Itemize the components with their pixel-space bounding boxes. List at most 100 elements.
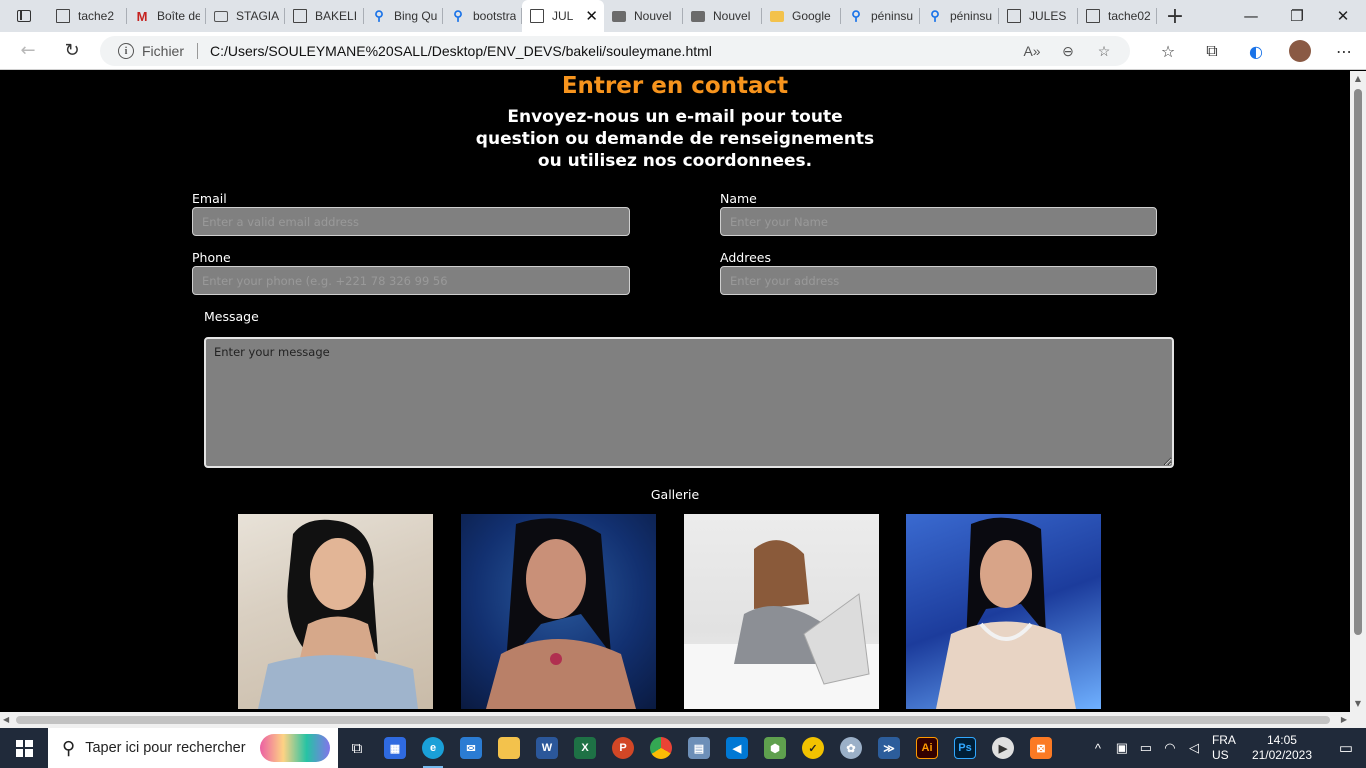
taskbar-search[interactable]: ⚲ Taper ici pour rechercher (48, 728, 338, 768)
add-favorite-icon[interactable]: ☆ (1086, 43, 1122, 60)
folder-icon (770, 10, 784, 22)
tab[interactable]: ⚲ péninsu (920, 0, 999, 32)
tab[interactable]: ⚲ bootstra (443, 0, 522, 32)
tab[interactable]: Nouvel (604, 0, 683, 32)
taskbar-app-word[interactable]: W (528, 728, 566, 768)
minimize-icon[interactable]: — (1228, 0, 1274, 32)
language-indicator[interactable]: FRA US (1212, 733, 1236, 763)
taskbar-app-xampp[interactable]: ⊠ (1022, 728, 1060, 768)
message-textarea[interactable] (204, 337, 1174, 468)
notifications-button[interactable]: ▭ (1326, 728, 1366, 768)
portrait-image (486, 518, 636, 709)
page-icon (1007, 9, 1021, 23)
scroll-thumb[interactable] (16, 716, 1330, 724)
volume-icon[interactable]: ◁ (1182, 740, 1206, 756)
tab[interactable]: STAGIA (206, 0, 285, 32)
xampp-icon: ⊠ (1030, 737, 1052, 759)
taskbar-app-powershell[interactable]: ≫ (870, 728, 908, 768)
taskbar-app-explorer[interactable] (490, 728, 528, 768)
start-button[interactable] (0, 728, 48, 768)
search-icon: ⚲ (851, 8, 861, 23)
scroll-left-arrow-icon[interactable]: ◀ (3, 712, 9, 728)
page-subtitle: Envoyez-nous un e-mail pour toute questi… (475, 107, 875, 171)
taskbar-app-chrome[interactable] (642, 728, 680, 768)
search-highlight-image (260, 734, 330, 762)
battery-icon[interactable]: ▭ (1134, 740, 1158, 756)
gmail-icon: M (136, 8, 148, 24)
device-icon[interactable]: ▣ (1110, 740, 1134, 756)
powershell-icon: ≫ (878, 737, 900, 759)
clock[interactable]: 14:05 21/02/2023 (1252, 733, 1312, 763)
taskbar-app-network[interactable]: ▤ (680, 728, 718, 768)
scroll-right-arrow-icon[interactable]: ▶ (1341, 712, 1347, 728)
restore-icon[interactable]: ❐ (1274, 0, 1320, 32)
address-bar[interactable]: i Fichier C:/Users/SOULEYMANE%20SALL/Des… (100, 36, 1130, 66)
search-icon: ⚲ (374, 8, 384, 23)
tab[interactable]: ⚲ péninsu (841, 0, 920, 32)
wifi-icon[interactable]: ◠ (1158, 740, 1182, 756)
favorites-icon[interactable]: ☆ (1146, 42, 1190, 61)
email-label: Email (192, 191, 227, 206)
taskbar-app-illustrator[interactable]: Ai (908, 728, 946, 768)
scroll-thumb[interactable] (1354, 89, 1362, 635)
url-text[interactable]: C:/Users/SOULEYMANE%20SALL/Desktop/ENV_D… (210, 43, 712, 59)
phone-field[interactable] (192, 266, 630, 295)
scroll-up-arrow-icon[interactable]: ▲ (1350, 71, 1366, 87)
tab[interactable]: Nouvel (683, 0, 762, 32)
tab-active[interactable]: JUL ✕ (522, 0, 604, 32)
tab[interactable]: Google (762, 0, 841, 32)
divider (197, 43, 199, 59)
taskbar-app-nodejs[interactable]: ⬢ (756, 728, 794, 768)
tab[interactable]: ⚲ Bing Qu (364, 0, 443, 32)
taskbar-app-norton[interactable]: ✓ (794, 728, 832, 768)
windows-logo-icon (15, 739, 33, 757)
tab-label: Boîte de (157, 9, 200, 23)
more-menu-icon[interactable]: ⋯ (1322, 42, 1366, 61)
taskbar-app-excel[interactable]: X (566, 728, 604, 768)
address-field[interactable] (720, 266, 1157, 295)
new-tab-button[interactable]: + (1157, 0, 1193, 32)
edge-browser-essentials-icon[interactable]: ◐ (1234, 42, 1278, 61)
collections-icon[interactable]: ⧉ (1190, 41, 1234, 61)
tab-label: tache02 (1108, 9, 1151, 23)
taskbar-app-store[interactable]: ▦ (376, 728, 414, 768)
taskbar-app-media-player[interactable]: ▶ (984, 728, 1022, 768)
tab[interactable]: tache02 (1078, 0, 1157, 32)
name-field[interactable] (720, 207, 1157, 236)
taskbar-app-vscode[interactable]: ◀ (718, 728, 756, 768)
taskbar-app-settings[interactable]: ✿ (832, 728, 870, 768)
search-icon: ⚲ (453, 8, 463, 23)
horizontal-scrollbar[interactable]: ◀ ▶ (0, 712, 1350, 728)
tab-actions-button[interactable] (0, 0, 48, 32)
taskbar-app-edge[interactable]: e (414, 728, 452, 768)
tab[interactable]: BAKELI (285, 0, 364, 32)
message-label: Message (204, 309, 259, 324)
zoom-out-icon[interactable]: ⊖ (1050, 43, 1086, 60)
info-icon[interactable]: i (118, 43, 134, 59)
read-aloud-icon[interactable]: A» (1014, 43, 1050, 59)
vertical-scrollbar[interactable]: ▲ ▼ (1350, 71, 1366, 712)
task-view-icon: ⧉ (351, 739, 363, 757)
taskbar-app-photoshop[interactable]: Ps (946, 728, 984, 768)
email-field[interactable] (192, 207, 630, 236)
address-bar-actions: A» ⊖ ☆ (1014, 36, 1122, 66)
gallery-photo-2 (461, 514, 656, 709)
page-icon (530, 9, 544, 23)
notification-icon: ▭ (1338, 740, 1354, 757)
tab[interactable]: JULES (999, 0, 1078, 32)
scroll-down-arrow-icon[interactable]: ▼ (1350, 696, 1366, 712)
avatar[interactable] (1289, 40, 1311, 62)
gallery-photo-1 (238, 514, 433, 709)
tab[interactable]: M Boîte de (127, 0, 206, 32)
taskbar-app-powerpoint[interactable]: P (604, 728, 642, 768)
back-button[interactable]: ← (8, 35, 48, 67)
taskbar-app-mail[interactable]: ✉ (452, 728, 490, 768)
tab[interactable]: tache2 (48, 0, 127, 32)
task-view-button[interactable]: ⧉ (338, 728, 376, 768)
tray-overflow-icon[interactable]: ^ (1086, 741, 1110, 756)
refresh-button[interactable]: ↻ (52, 35, 92, 67)
tab-label: STAGIA (236, 9, 279, 23)
close-tab-icon[interactable]: ✕ (585, 7, 598, 25)
close-window-icon[interactable]: ✕ (1320, 0, 1366, 32)
search-icon: ⚲ (930, 8, 940, 23)
